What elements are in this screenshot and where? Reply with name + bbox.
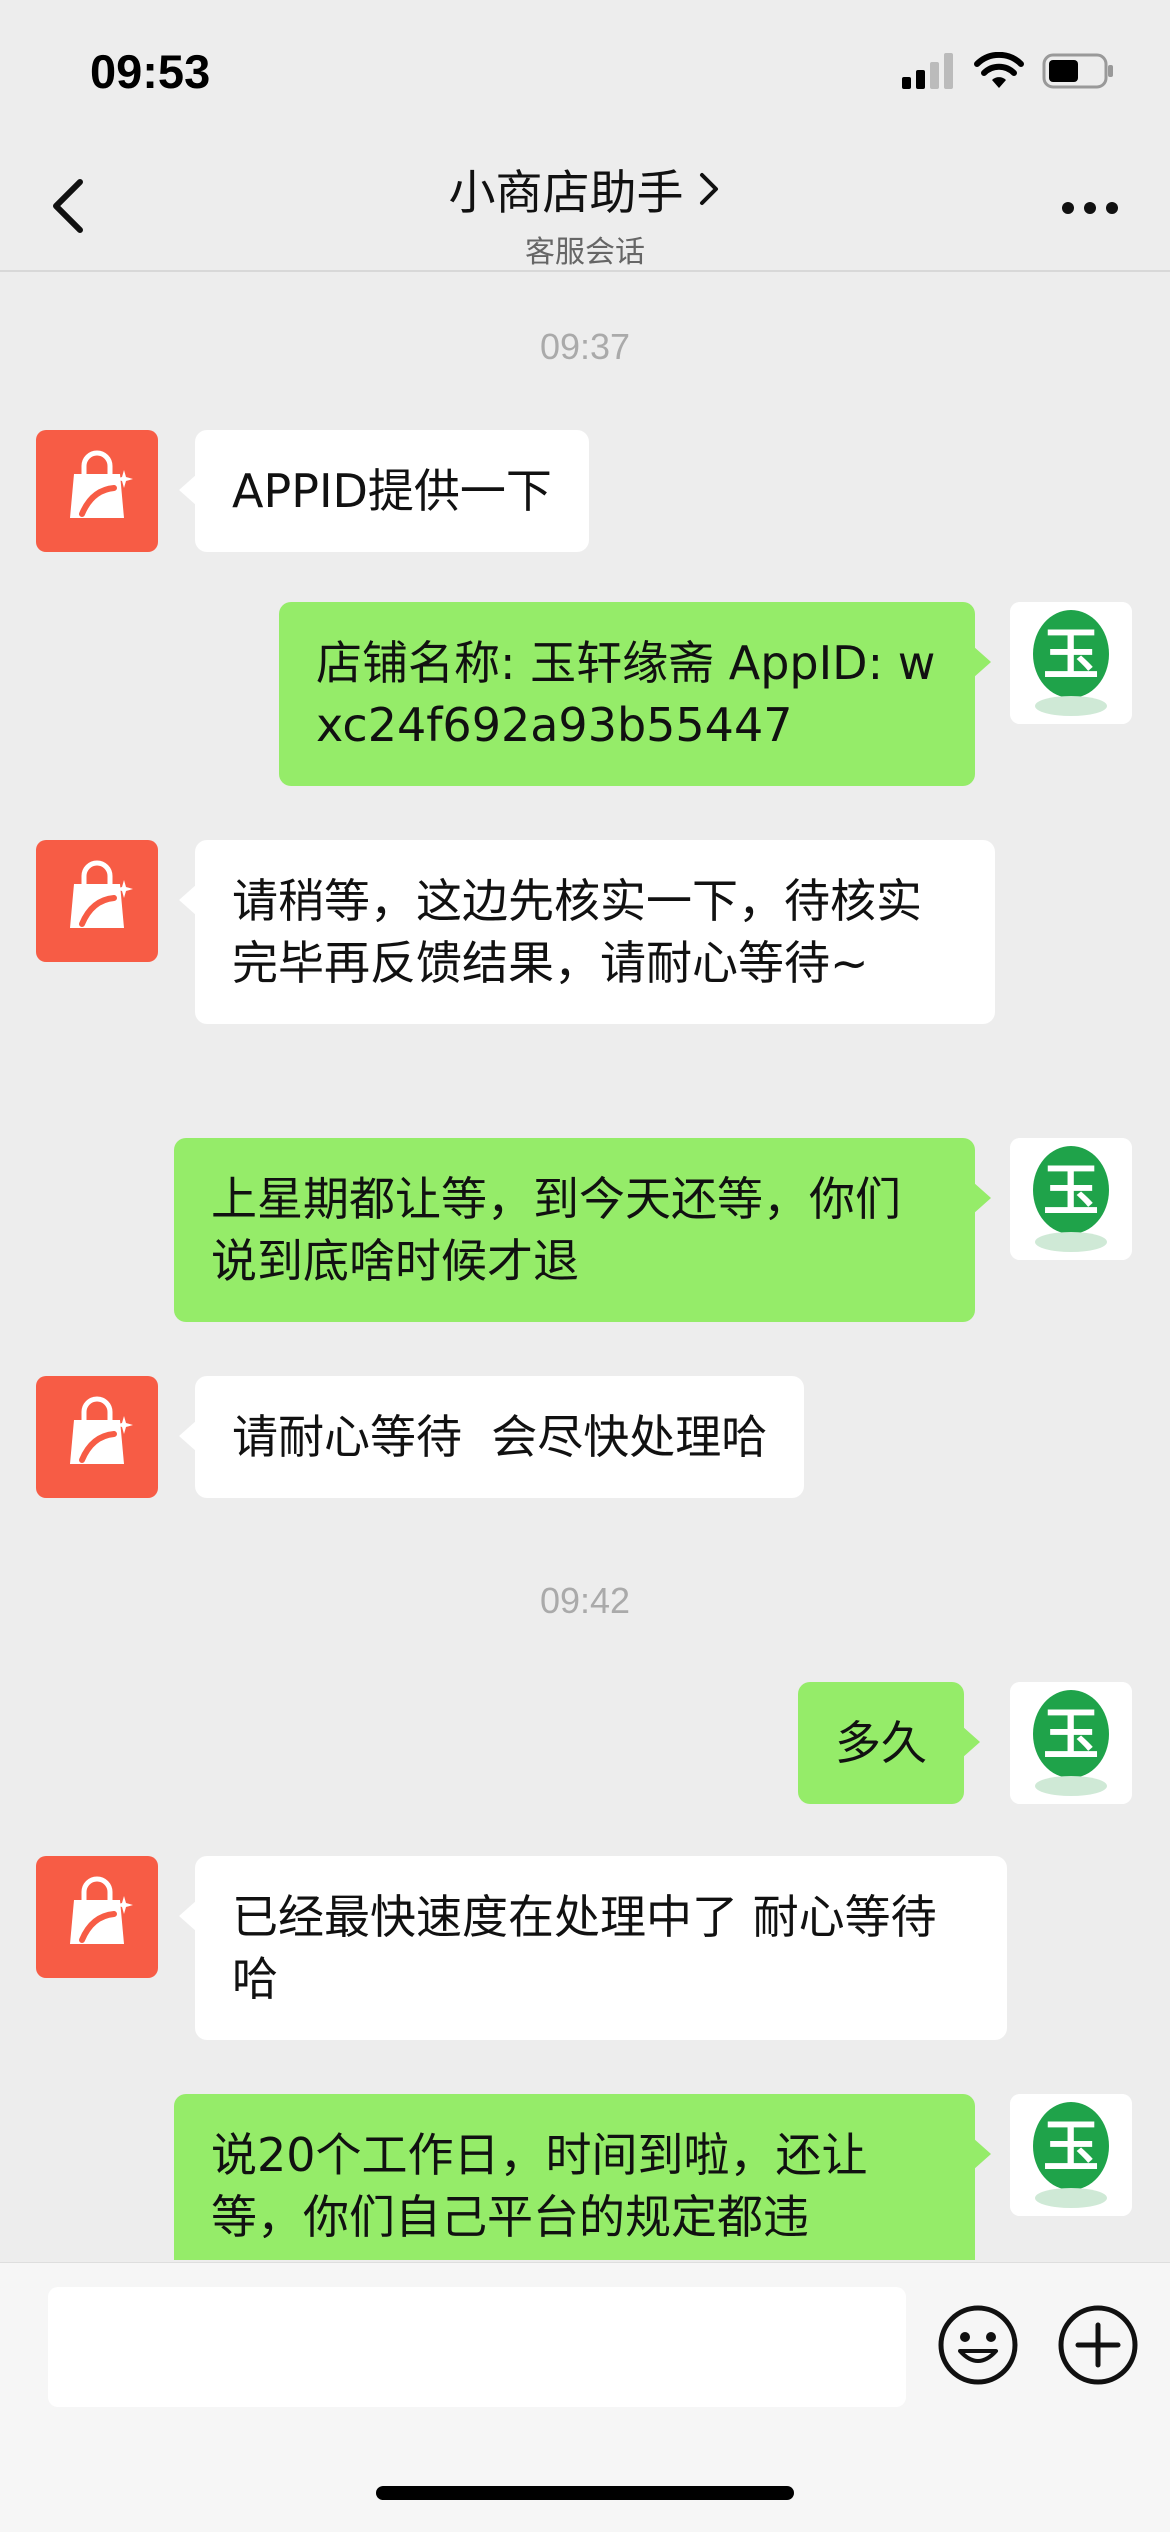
more-button[interactable] bbox=[1060, 198, 1120, 218]
message-bubble-incoming[interactable]: APPID提供一下 bbox=[179, 430, 589, 552]
message-bubble-incoming[interactable]: 已经最快速度在处理中了 耐心等待哈 bbox=[179, 1856, 1007, 2040]
bot-avatar[interactable] bbox=[36, 1856, 158, 1978]
chat-area[interactable]: 09:37 APPID提供一下 玉 店铺名称: 玉轩缘斋 AppID: wxc2… bbox=[0, 274, 1170, 2260]
message-bubble-outgoing[interactable]: 上星期都让等，到今天还等，你们说到底啥时候才退 bbox=[174, 1138, 991, 1322]
user-avatar[interactable]: 玉 bbox=[1010, 2094, 1132, 2216]
bot-avatar[interactable] bbox=[36, 1376, 158, 1498]
message-bubble-incoming[interactable]: 请稍等，这边先核实一下，待核实完毕再反馈结果，请耐心等待~ bbox=[179, 840, 995, 1024]
shopping-bag-icon bbox=[70, 450, 133, 518]
nav-title-area[interactable]: 小商店助手 客服会话 bbox=[0, 154, 1170, 271]
status-time: 09:53 bbox=[90, 45, 211, 98]
message-timestamp: 09:42 bbox=[539, 1580, 631, 1621]
user-avatar[interactable]: 玉 bbox=[1010, 602, 1132, 724]
emoji-icon bbox=[938, 2305, 1018, 2385]
svg-text:玉: 玉 bbox=[1043, 2115, 1099, 2180]
svg-text:玉: 玉 bbox=[1043, 1703, 1099, 1768]
shopping-bag-icon bbox=[70, 860, 133, 928]
page-title[interactable]: 小商店助手 bbox=[449, 154, 722, 223]
bot-avatar[interactable] bbox=[36, 430, 158, 552]
page-title-text: 小商店助手 bbox=[448, 166, 684, 221]
page-subtitle: 客服会话 bbox=[525, 235, 645, 270]
nav-bar: 小商店助手 客服会话 bbox=[0, 140, 1170, 272]
chevron-right-icon bbox=[699, 172, 718, 205]
jade-logo-icon: 玉 bbox=[1010, 1682, 1132, 1804]
message-input[interactable] bbox=[48, 2287, 906, 2407]
home-indicator[interactable] bbox=[376, 2486, 794, 2500]
bot-avatar[interactable] bbox=[36, 840, 158, 962]
wifi-icon bbox=[974, 52, 1024, 88]
message-bubble-outgoing[interactable]: 多久 bbox=[798, 1682, 980, 1804]
status-icons bbox=[902, 52, 1114, 90]
shopping-bag-icon bbox=[70, 1396, 133, 1464]
jade-logo-icon: 玉 bbox=[1010, 602, 1132, 724]
jade-logo-icon: 玉 bbox=[1010, 2094, 1132, 2216]
message-bubble-incoming[interactable]: 请耐心等待 会尽快处理哈 bbox=[178, 1376, 805, 1498]
message-bubble-outgoing[interactable]: 说20个工作日，时间到啦，还让等，你们自己平台的规定都违 bbox=[174, 2094, 991, 2260]
plus-circle-icon bbox=[1058, 2305, 1138, 2385]
status-bar: 09:53 bbox=[0, 0, 1170, 140]
signal-icon bbox=[902, 53, 953, 89]
svg-text:玉: 玉 bbox=[1043, 623, 1099, 688]
jade-logo-icon: 玉 bbox=[1010, 1138, 1132, 1260]
more-functions-button[interactable] bbox=[1056, 2303, 1140, 2387]
svg-text:玉: 玉 bbox=[1043, 1159, 1099, 1224]
message-bubble-outgoing[interactable]: 店铺名称: 玉轩缘斋 AppID: wxc24f692a93b55447 bbox=[279, 602, 991, 786]
battery-icon bbox=[1042, 53, 1113, 89]
shopping-bag-icon bbox=[70, 1876, 133, 1944]
message-timestamp: 09:37 bbox=[539, 326, 631, 367]
more-dots-icon bbox=[1062, 202, 1118, 214]
user-avatar[interactable]: 玉 bbox=[1010, 1682, 1132, 1804]
emoji-button[interactable] bbox=[936, 2303, 1020, 2387]
user-avatar[interactable]: 玉 bbox=[1010, 1138, 1132, 1260]
